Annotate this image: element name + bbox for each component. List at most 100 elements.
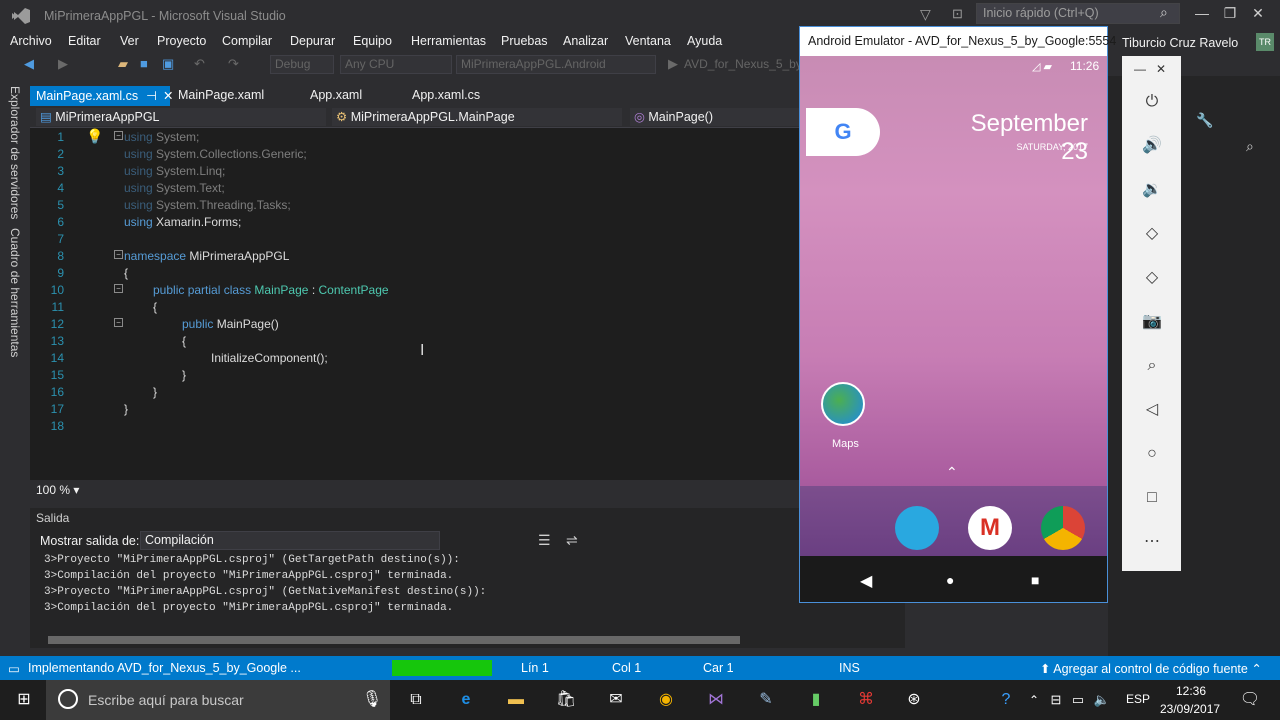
- server-explorer-tab[interactable]: Explorador de servidores: [8, 86, 22, 219]
- project-nav-select[interactable]: ▤ MiPrimeraAppPGL: [36, 108, 326, 126]
- rotate-right-icon[interactable]: ◇: [1140, 266, 1164, 290]
- visual-studio-taskbar-icon[interactable]: ⋈: [702, 686, 730, 714]
- tab-app-xaml[interactable]: App.xaml: [304, 86, 368, 106]
- camera-icon[interactable]: 📷: [1140, 310, 1164, 334]
- phone-home-icon[interactable]: ●: [946, 572, 954, 588]
- app-drawer-arrow-icon[interactable]: ⌃: [946, 464, 958, 481]
- word-wrap-icon[interactable]: ⇌: [566, 532, 578, 549]
- startup-project-select[interactable]: MiPrimeraAppPGL.Android: [456, 55, 656, 74]
- cortana-icon[interactable]: [58, 689, 78, 709]
- tab-mainpage-xaml-cs[interactable]: MainPage.xaml.cs ⊣ ✕: [30, 86, 174, 106]
- fold-namespace-icon[interactable]: −: [114, 250, 123, 259]
- output-line: 3>Proyecto "MiPrimeraAppPGL.csproj" (Get…: [44, 554, 460, 566]
- menu-ventana[interactable]: Ventana: [625, 34, 671, 48]
- fold-class-icon[interactable]: −: [114, 284, 123, 293]
- platform-select[interactable]: Any CPU: [340, 55, 452, 74]
- overview-button-icon[interactable]: □: [1140, 486, 1164, 510]
- lightbulb-icon[interactable]: 💡: [86, 128, 103, 145]
- more-icon[interactable]: ⋯: [1140, 530, 1164, 554]
- user-name[interactable]: Tiburcio Cruz Ravelo: [1122, 36, 1238, 50]
- menu-analizar[interactable]: Analizar: [563, 34, 608, 48]
- rotate-left-icon[interactable]: ◇: [1140, 222, 1164, 246]
- forward-icon[interactable]: ▶: [58, 56, 68, 72]
- member-nav-select[interactable]: ◎ MainPage(): [630, 108, 800, 126]
- menu-depurar[interactable]: Depurar: [290, 34, 335, 48]
- tab-app-xaml-cs[interactable]: App.xaml.cs: [406, 86, 486, 106]
- close-icon[interactable]: ✕: [1248, 5, 1268, 22]
- clock-date[interactable]: 23/09/2017: [1160, 702, 1220, 716]
- avatar[interactable]: TR: [1256, 33, 1274, 51]
- chrome-app-icon[interactable]: [1041, 506, 1085, 550]
- emu-minimize-icon[interactable]: —: [1134, 62, 1146, 76]
- notifications-icon[interactable]: 🗨: [1236, 686, 1264, 714]
- phone-back-icon[interactable]: ◀: [860, 571, 872, 591]
- taskbar-search-input[interactable]: Escribe aquí para buscar: [88, 692, 244, 708]
- horizontal-scrollbar[interactable]: [48, 636, 740, 644]
- menu-editar[interactable]: Editar: [68, 34, 101, 48]
- clock-time[interactable]: 12:36: [1176, 684, 1206, 698]
- app-taskbar-icon[interactable]: ⊛: [900, 686, 928, 714]
- feedback-icon[interactable]: ⊡: [952, 6, 963, 22]
- mail-icon[interactable]: ✉: [602, 686, 630, 714]
- maximize-icon[interactable]: ❐: [1220, 5, 1240, 22]
- volume-up-icon[interactable]: 🔊: [1140, 134, 1164, 158]
- back-button-icon[interactable]: ◁: [1140, 398, 1164, 422]
- store-icon[interactable]: 🛍: [552, 686, 580, 714]
- pdf-reader-icon[interactable]: ⌘: [852, 686, 880, 714]
- emu-close-icon[interactable]: ✕: [1156, 62, 1166, 76]
- filter-icon[interactable]: ▽: [920, 6, 931, 23]
- output-source-select[interactable]: Compilación: [140, 531, 440, 550]
- menu-herramientas[interactable]: Herramientas: [411, 34, 486, 48]
- phone-recents-icon[interactable]: ■: [1031, 572, 1039, 588]
- menu-ver[interactable]: Ver: [120, 34, 139, 48]
- google-search-icon[interactable]: G: [806, 108, 880, 156]
- clear-output-icon[interactable]: ☰: [538, 532, 551, 549]
- minimize-icon[interactable]: —: [1192, 5, 1212, 21]
- file-explorer-icon[interactable]: ▬: [502, 686, 530, 714]
- emulator-taskbar-icon[interactable]: ▮: [802, 686, 830, 714]
- pen-app-icon[interactable]: ✎: [752, 686, 780, 714]
- menu-pruebas[interactable]: Pruebas: [501, 34, 548, 48]
- back-icon[interactable]: ◀: [24, 56, 34, 72]
- wrench-icon[interactable]: 🔧: [1196, 112, 1213, 129]
- panel-search-icon[interactable]: ⌕: [1246, 138, 1254, 155]
- language-indicator[interactable]: ESP: [1126, 692, 1150, 706]
- messages-app-icon[interactable]: [895, 506, 939, 550]
- menu-archivo[interactable]: Archivo: [10, 34, 52, 48]
- volume-down-icon[interactable]: 🔉: [1140, 178, 1164, 202]
- undo-icon[interactable]: ↶: [194, 56, 205, 72]
- search-icon[interactable]: ⌕: [1160, 4, 1168, 21]
- windows-start-icon[interactable]: ⊞: [10, 686, 38, 714]
- fold-ctor-icon[interactable]: −: [114, 318, 123, 327]
- save-icon[interactable]: ■: [140, 56, 148, 71]
- home-button-icon[interactable]: ○: [1140, 442, 1164, 466]
- redo-icon[interactable]: ↷: [228, 56, 239, 72]
- speaker-icon[interactable]: 🔈: [1088, 686, 1116, 714]
- edge-icon[interactable]: e: [452, 686, 480, 714]
- chrome-taskbar-icon[interactable]: ◉: [652, 686, 680, 714]
- task-view-icon[interactable]: ⧉: [402, 686, 430, 714]
- maps-app-icon[interactable]: [821, 382, 865, 426]
- menu-compilar[interactable]: Compilar: [222, 34, 272, 48]
- menu-equipo[interactable]: Equipo: [353, 34, 392, 48]
- microphone-icon[interactable]: 🎙: [358, 686, 386, 714]
- zoom-select[interactable]: 100 % ▾: [36, 483, 79, 497]
- help-icon[interactable]: ?: [992, 686, 1020, 714]
- fold-using-icon[interactable]: −: [114, 131, 123, 140]
- device-select[interactable]: AVD_for_Nexus_5_by: [684, 57, 802, 71]
- run-icon[interactable]: ▶: [668, 56, 678, 72]
- class-nav-select[interactable]: ⚙ MiPrimeraAppPGL.MainPage: [332, 108, 622, 126]
- menu-proyecto[interactable]: Proyecto: [157, 34, 206, 48]
- menu-ayuda[interactable]: Ayuda: [687, 34, 722, 48]
- power-icon[interactable]: ⏻: [1140, 90, 1164, 114]
- zoom-icon[interactable]: ⌕: [1140, 354, 1164, 378]
- save-all-icon[interactable]: ▣: [162, 56, 174, 72]
- gmail-app-icon[interactable]: M: [968, 506, 1012, 550]
- config-select[interactable]: Debug: [270, 55, 334, 74]
- pin-icon[interactable]: ⊣: [146, 89, 157, 103]
- source-control-button[interactable]: ⬆ Agregar al control de código fuente ⌃: [1040, 661, 1262, 676]
- open-folder-icon[interactable]: ▰: [118, 56, 128, 72]
- toolbox-tab[interactable]: Cuadro de herramientas: [8, 228, 22, 357]
- quick-launch-input[interactable]: Inicio rápido (Ctrl+Q): [976, 3, 1180, 24]
- tab-mainpage-xaml[interactable]: MainPage.xaml: [172, 86, 270, 106]
